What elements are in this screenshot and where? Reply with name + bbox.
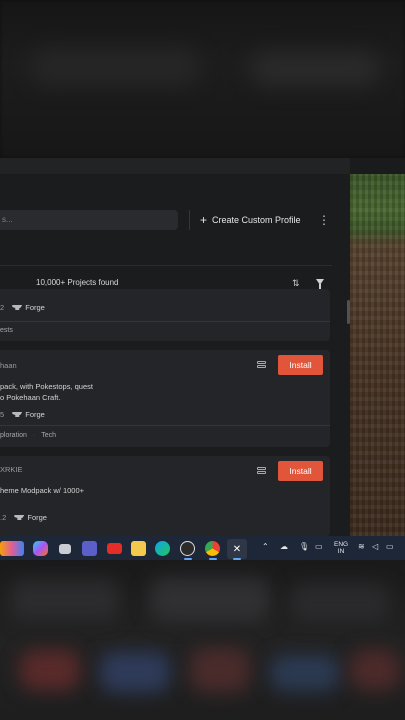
create-custom-profile-label: Create Custom Profile — [212, 215, 301, 225]
battery-icon[interactable]: ▭ — [386, 542, 394, 551]
project-card[interactable]: haan pack, with Pokestops, quest o Pokeh… — [0, 350, 330, 447]
microphone-icon[interactable]: 🎙 — [299, 542, 309, 551]
install-button[interactable]: Install — [278, 461, 323, 481]
copilot-icon[interactable] — [33, 541, 48, 556]
curseforge-app-window: s... + Create Custom Profile ⋮ 10,000+ P… — [0, 158, 405, 536]
language-indicator[interactable]: ENG IN — [334, 541, 348, 555]
version-text: 2 — [0, 303, 5, 312]
wifi-icon[interactable]: ≋ — [358, 542, 365, 551]
blurred-background-top — [0, 0, 405, 158]
display-icon[interactable]: ▭ — [315, 542, 323, 551]
divider — [0, 321, 330, 322]
category-tag[interactable]: ests — [0, 327, 13, 334]
more-options-icon[interactable]: ⋮ — [318, 211, 330, 229]
browse-panel: s... + Create Custom Profile ⋮ 10,000+ P… — [0, 174, 350, 536]
volume-icon[interactable]: ◁ — [372, 542, 378, 551]
loader-label: Forge — [25, 410, 45, 419]
category-tag[interactable]: Tech — [41, 432, 56, 439]
chevron-up-icon[interactable]: ⌃ — [262, 542, 269, 551]
forge-anvil-icon — [12, 305, 23, 310]
category-tag[interactable]: ploration — [0, 432, 27, 439]
youtube-icon[interactable] — [107, 543, 122, 554]
obs-icon[interactable] — [180, 541, 195, 556]
forge-anvil-icon — [14, 515, 25, 520]
filter-icon[interactable] — [316, 279, 324, 289]
file-explorer-icon[interactable] — [131, 541, 146, 556]
weather-icon[interactable]: ☁ — [280, 542, 288, 551]
version-text: 5 — [0, 410, 5, 419]
task-view-icon[interactable] — [59, 544, 71, 554]
divider — [0, 425, 330, 426]
divider — [0, 265, 332, 266]
version-text: .2 — [0, 513, 7, 522]
curseforge-icon[interactable]: ✕ — [227, 539, 247, 559]
project-description: o Pokehaan Craft. — [0, 393, 61, 402]
install-button[interactable]: Install — [278, 355, 323, 375]
project-author: XRKIE — [0, 465, 23, 474]
results-count: 10,000+ Projects found — [36, 278, 119, 287]
loader-label: Forge — [27, 513, 47, 522]
search-input[interactable]: s... — [0, 210, 178, 230]
widgets-icon[interactable] — [0, 541, 24, 556]
server-icon[interactable] — [257, 361, 266, 369]
chrome-icon[interactable] — [205, 541, 220, 556]
project-card[interactable]: 2 Forge ests — [0, 289, 330, 341]
plus-icon: + — [200, 213, 208, 227]
minecraft-background-image — [350, 174, 405, 536]
blurred-background-bottom — [0, 560, 405, 720]
divider — [189, 210, 190, 230]
project-description: pack, with Pokestops, quest — [0, 382, 93, 391]
teams-icon[interactable] — [82, 541, 97, 556]
create-custom-profile-button[interactable]: + Create Custom Profile — [200, 211, 301, 229]
forge-anvil-icon — [12, 412, 23, 417]
sort-icon[interactable]: ⇅ — [292, 278, 300, 288]
loader-label: Forge — [25, 303, 45, 312]
edge-icon[interactable] — [155, 541, 170, 556]
project-card[interactable]: XRKIE heme Modpack w/ 1000+ .2 Forge Ins… — [0, 456, 330, 536]
project-description: heme Modpack w/ 1000+ — [0, 486, 85, 495]
title-bar — [0, 158, 350, 175]
server-icon[interactable] — [257, 467, 266, 475]
project-author: haan — [0, 361, 17, 370]
